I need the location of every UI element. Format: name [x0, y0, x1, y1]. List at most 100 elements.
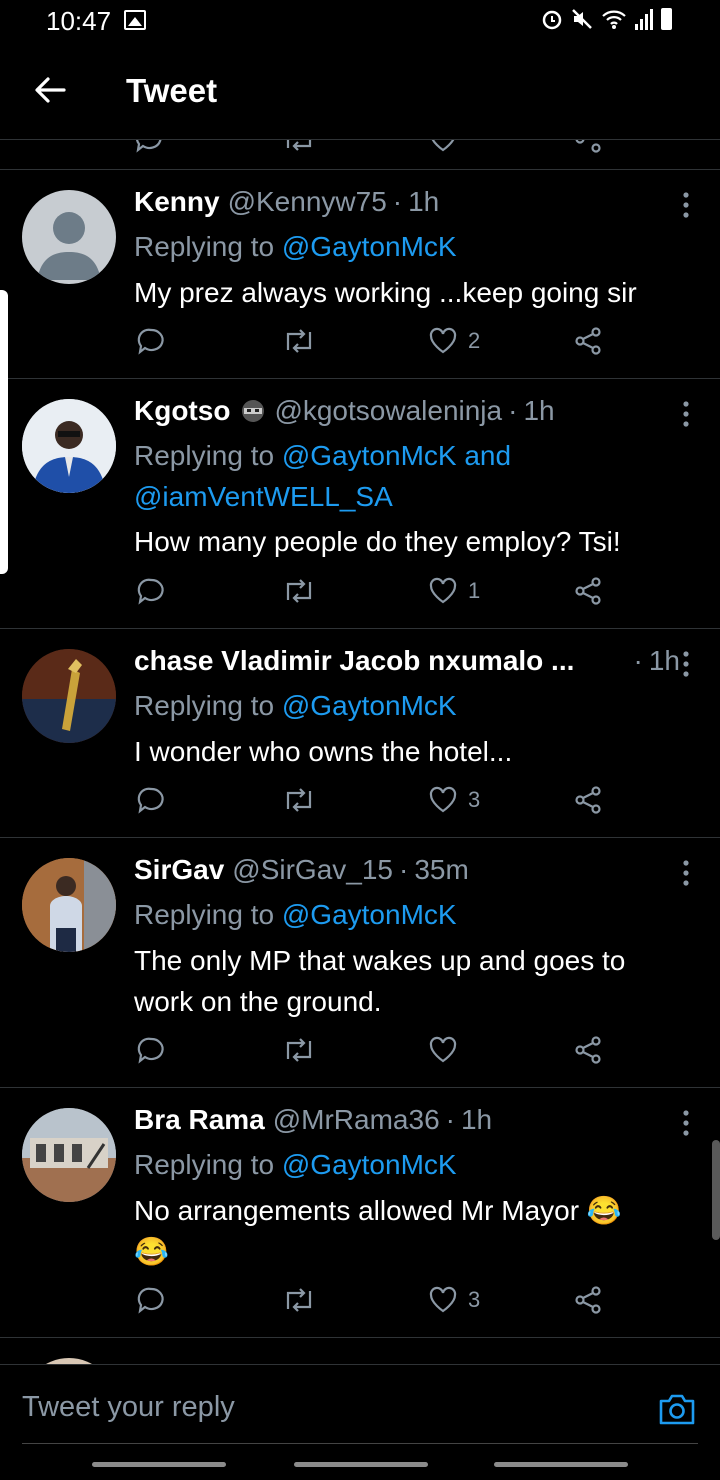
mention-link[interactable]: @GaytonMcK	[282, 899, 457, 930]
reply-tweet[interactable]: chase Vladimir Jacob nxumalo ... · 1h Re…	[0, 629, 720, 838]
avatar[interactable]	[22, 649, 116, 743]
tweet-text: How many people do they employ? Tsi!	[134, 526, 621, 557]
share-action[interactable]	[574, 1035, 604, 1065]
retweet-action[interactable]	[282, 785, 316, 815]
separator-dot: ·	[633, 645, 643, 676]
retweet-icon[interactable]	[282, 1285, 316, 1315]
share-icon[interactable]	[574, 785, 604, 815]
scrollbar[interactable]	[712, 1140, 720, 1240]
avatar[interactable]	[22, 190, 116, 284]
display-name[interactable]: Kgotso	[134, 395, 230, 427]
like-icon[interactable]	[428, 1285, 458, 1315]
share-action[interactable]	[574, 1285, 604, 1315]
replying-to: Replying to @GaytonMcK	[134, 1144, 457, 1185]
reply-action[interactable]	[136, 576, 166, 606]
reply-icon[interactable]	[136, 1285, 166, 1315]
avatar[interactable]	[22, 1108, 116, 1202]
reply-tweet[interactable]: SirGav @SirGav_15 · 35m Replying to @Gay…	[0, 838, 720, 1088]
like-icon[interactable]	[428, 785, 458, 815]
like-action[interactable]: 3	[428, 785, 480, 815]
retweet-action[interactable]	[282, 326, 316, 356]
avatar[interactable]	[22, 399, 116, 493]
wifi-icon	[602, 10, 626, 29]
reply-tweet[interactable]: Kgotso @kgotsowaleninja · 1h Replying to…	[0, 379, 720, 629]
reply-icon[interactable]	[136, 785, 166, 815]
user-handle[interactable]: @MrRama36	[273, 1104, 440, 1136]
retweet-icon[interactable]	[282, 576, 316, 606]
share-icon[interactable]	[574, 140, 604, 154]
more-icon[interactable]	[682, 192, 690, 218]
share-icon[interactable]	[574, 1035, 604, 1065]
reply-action[interactable]	[136, 1035, 166, 1065]
share-action[interactable]	[574, 785, 604, 815]
camera-icon[interactable]	[658, 1391, 696, 1427]
share-action[interactable]	[574, 326, 604, 356]
share-icon[interactable]	[574, 326, 604, 356]
retweet-icon[interactable]	[282, 1035, 316, 1065]
share-icon[interactable]	[574, 576, 604, 606]
like-action[interactable]	[428, 1035, 468, 1065]
reply-tweet[interactable]: Bra Rama @MrRama36 · 1h Replying to @Gay…	[0, 1088, 720, 1338]
display-name[interactable]: Kenny	[134, 186, 220, 218]
nav-recents[interactable]	[92, 1462, 226, 1467]
like-action[interactable]: 1	[428, 576, 480, 606]
tweet-actions: 3	[134, 785, 680, 825]
reply-tweet[interactable]: Kenny @Kennyw75 · 1h Replying to @Gayton…	[0, 170, 720, 379]
reply-icon[interactable]	[136, 1035, 166, 1065]
edge-panel-handle[interactable]	[0, 290, 8, 574]
replying-prefix: Replying to	[134, 440, 282, 471]
reply-action[interactable]	[136, 785, 166, 815]
mention-link[interactable]: @iamVentWELL_SA	[134, 481, 393, 512]
reply-input[interactable]	[22, 1391, 622, 1424]
like-icon[interactable]	[428, 1035, 458, 1065]
back-arrow-icon[interactable]	[30, 70, 70, 110]
tweet-time: 1h	[648, 645, 680, 676]
retweet-action[interactable]	[282, 1285, 316, 1315]
user-handle[interactable]: @SirGav_15	[232, 854, 393, 886]
like-action[interactable]: 3	[428, 1285, 480, 1315]
display-name[interactable]: SirGav	[134, 854, 224, 886]
avatar[interactable]	[22, 858, 116, 952]
display-name[interactable]: chase Vladimir Jacob nxumalo ...	[134, 645, 628, 677]
like-action[interactable]: 2	[428, 326, 480, 356]
signal-icon	[635, 8, 653, 30]
user-handle[interactable]: @Kennyw75	[228, 186, 387, 218]
share-icon[interactable]	[574, 1285, 604, 1315]
like-count: 2	[468, 328, 481, 353]
alarm-icon	[542, 10, 562, 30]
reply-action[interactable]	[136, 326, 166, 356]
mention-link[interactable]: @GaytonMcK and	[282, 440, 511, 471]
like-icon[interactable]	[428, 326, 458, 356]
nav-back[interactable]	[494, 1462, 628, 1467]
like-count: 3	[468, 787, 481, 812]
status-time: 10:47	[46, 6, 112, 36]
like-icon[interactable]	[428, 140, 458, 154]
retweet-icon[interactable]	[282, 326, 316, 356]
like-icon[interactable]	[428, 576, 458, 606]
separator-dot: ·	[399, 854, 409, 885]
nav-home[interactable]	[294, 1462, 428, 1467]
replying-prefix: Replying to	[134, 1149, 282, 1180]
retweet-icon[interactable]	[282, 785, 316, 815]
mention-link[interactable]: @GaytonMcK	[282, 231, 457, 262]
separator-dot: ·	[445, 1104, 455, 1135]
reply-icon[interactable]	[136, 326, 166, 356]
next-tweet-partial[interactable]	[0, 1338, 720, 1364]
display-name[interactable]: Bra Rama	[134, 1104, 265, 1136]
retweet-icon[interactable]	[282, 140, 316, 154]
share-action[interactable]	[574, 576, 604, 606]
mention-link[interactable]: @GaytonMcK	[282, 1149, 457, 1180]
mention-link[interactable]: @GaytonMcK	[282, 690, 457, 721]
retweet-action[interactable]	[282, 1035, 316, 1065]
more-icon[interactable]	[682, 1110, 690, 1136]
more-icon[interactable]	[682, 860, 690, 886]
retweet-action[interactable]	[282, 576, 316, 606]
reply-composer	[0, 1364, 720, 1480]
replying-to: Replying to @GaytonMcK	[134, 685, 457, 726]
reply-action[interactable]	[136, 1285, 166, 1315]
user-handle[interactable]: @kgotsowaleninja	[274, 395, 502, 427]
more-icon[interactable]	[682, 401, 690, 427]
more-icon[interactable]	[682, 651, 690, 677]
reply-icon[interactable]	[136, 576, 166, 606]
reply-icon[interactable]	[134, 140, 164, 154]
